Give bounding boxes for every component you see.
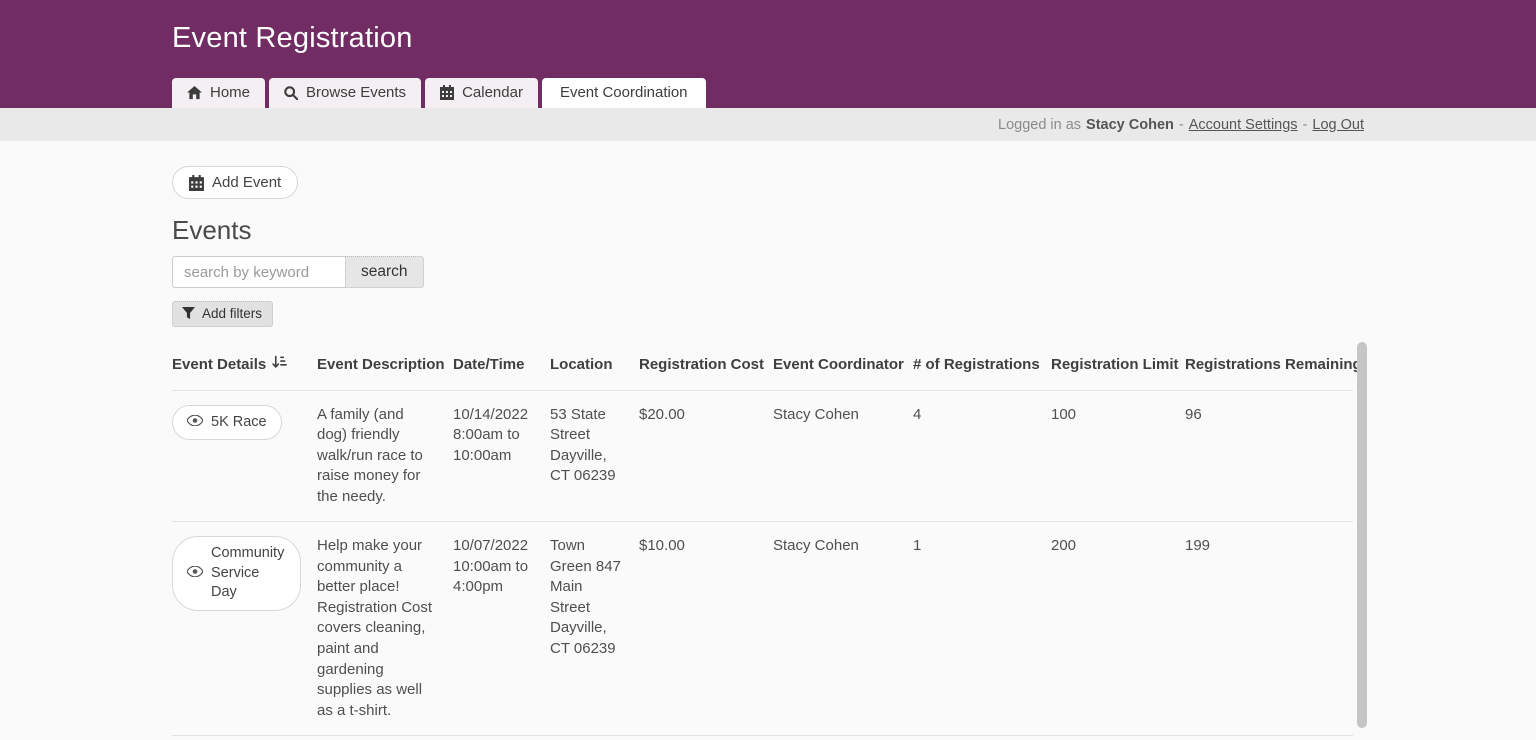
tab-event-coordination[interactable]: Event Coordination: [542, 78, 706, 108]
search-icon: [284, 86, 298, 100]
page-title: Event Registration: [172, 0, 1364, 55]
column-header: Event Coordinator: [773, 345, 913, 390]
event-description: A family (and dog) friendly walk/run rac…: [317, 391, 453, 522]
search-input[interactable]: [172, 256, 345, 288]
column-header: Registrations Remaining: [1185, 345, 1378, 390]
registrations-remaining: 96: [1185, 391, 1353, 522]
table-row: Community Service Day Help make your com…: [172, 522, 1353, 736]
eye-icon: [187, 564, 203, 584]
home-icon: [187, 86, 202, 100]
add-filters-button[interactable]: Add filters: [172, 301, 273, 327]
separator: -: [1179, 117, 1184, 133]
registrations-remaining: 199: [1185, 522, 1353, 735]
column-header: Event Description: [317, 345, 453, 390]
registration-cost: $10.00: [639, 522, 773, 735]
add-event-label: Add Event: [212, 174, 281, 191]
user-name: Stacy Cohen: [1086, 117, 1174, 133]
registrations-count: 1: [913, 522, 1051, 735]
add-filters-label: Add filters: [202, 306, 262, 321]
logged-in-prefix: Logged in as: [998, 117, 1081, 133]
event-datetime: 10/14/2022 8:00am to 10:00am: [453, 391, 550, 522]
user-bar: Logged in as Stacy Cohen - Account Setti…: [0, 108, 1536, 141]
event-datetime: 10/07/2022 10:00am to 4:00pm: [453, 522, 550, 735]
event-coordinator: Stacy Cohen: [773, 391, 913, 522]
tab-browse-events[interactable]: Browse Events: [269, 78, 421, 108]
column-header: # of Registrations: [913, 345, 1051, 390]
registration-limit: 100: [1051, 391, 1185, 522]
event-description: Help make your community a better place!…: [317, 522, 453, 735]
tab-label: Browse Events: [306, 84, 406, 101]
event-name: 5K Race: [211, 413, 267, 433]
tab-label: Event Coordination: [560, 84, 688, 101]
calendar-icon: [189, 175, 204, 191]
table-row: 5K Race A family (and dog) friendly walk…: [172, 391, 1353, 523]
column-header: Registration Limit: [1051, 345, 1185, 390]
tab-calendar[interactable]: Calendar: [425, 78, 538, 108]
table-header-row: Event Details Event Description Date/Tim…: [172, 345, 1353, 391]
column-header: Date/Time: [453, 345, 550, 390]
column-header: Location: [550, 345, 639, 390]
site-header: Event Registration Home Browse Events Ca…: [0, 0, 1536, 108]
log-out-link[interactable]: Log Out: [1312, 117, 1364, 133]
separator: -: [1303, 117, 1308, 133]
column-header-event-details[interactable]: Event Details: [172, 345, 317, 390]
sort-icon: [272, 355, 287, 376]
tab-label: Calendar: [462, 84, 523, 101]
registration-cost: $20.00: [639, 391, 773, 522]
main-content: Add Event Events search Add filters Even…: [172, 141, 1364, 736]
table-scrollbar-thumb[interactable]: [1357, 342, 1367, 728]
events-table: Event Details Event Description Date/Tim…: [172, 345, 1364, 736]
search-button[interactable]: search: [345, 256, 424, 288]
event-location: 53 State Street Dayville, CT 06239: [550, 391, 639, 522]
column-header: Registration Cost: [639, 345, 773, 390]
event-location: Town Green 847 Main Street Dayville, CT …: [550, 522, 639, 735]
calendar-icon: [440, 85, 454, 100]
event-coordinator: Stacy Cohen: [773, 522, 913, 735]
registrations-count: 4: [913, 391, 1051, 522]
account-settings-link[interactable]: Account Settings: [1189, 117, 1298, 133]
filter-funnel-icon: [182, 307, 195, 320]
event-details-button[interactable]: Community Service Day: [172, 536, 301, 611]
event-name: Community Service Day: [211, 544, 286, 603]
tab-home[interactable]: Home: [172, 78, 265, 108]
event-details-button[interactable]: 5K Race: [172, 405, 282, 441]
events-heading: Events: [172, 215, 1364, 246]
main-nav: Home Browse Events Calendar Event Coordi…: [0, 78, 1536, 108]
add-event-button[interactable]: Add Event: [172, 166, 298, 199]
tab-label: Home: [210, 84, 250, 101]
eye-icon: [187, 413, 203, 433]
registration-limit: 200: [1051, 522, 1185, 735]
search-row: search: [172, 256, 1364, 288]
